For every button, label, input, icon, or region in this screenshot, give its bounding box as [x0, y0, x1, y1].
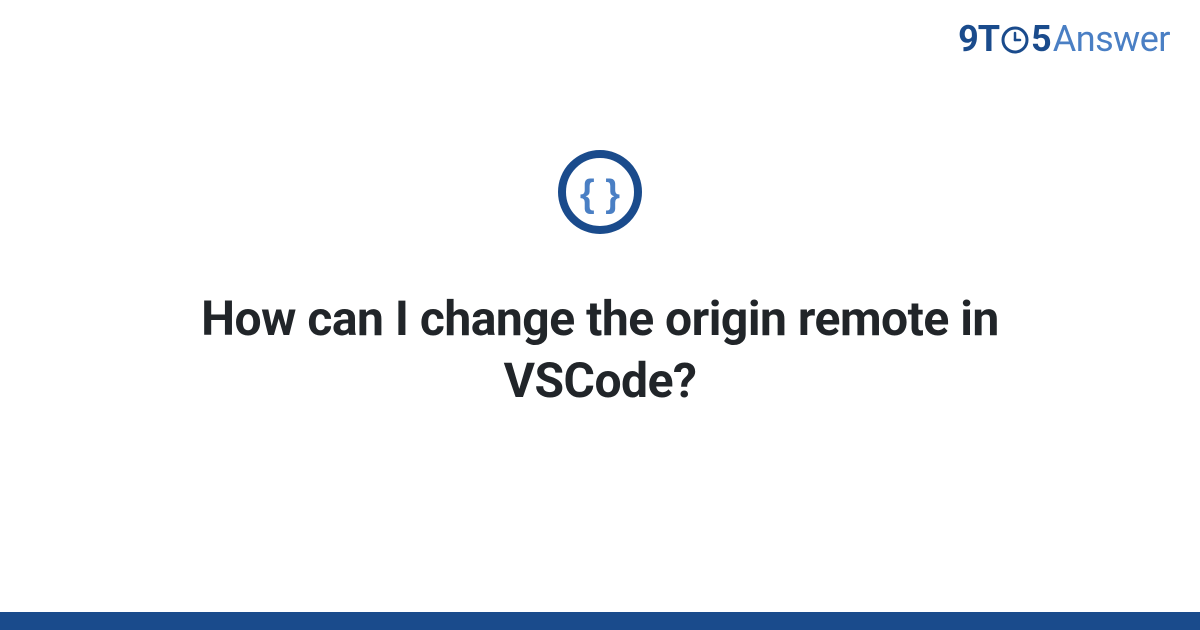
logo-text-9t: 9T	[958, 18, 999, 60]
clock-icon	[1001, 26, 1029, 54]
code-braces-icon: { }	[556, 148, 644, 236]
footer-accent-bar	[0, 612, 1200, 630]
logo-text-answer: Answer	[1053, 18, 1170, 60]
question-title: How can I change the origin remote in VS…	[150, 288, 1050, 413]
logo-text-5: 5	[1031, 18, 1051, 60]
svg-text:{ }: { }	[580, 173, 620, 215]
site-logo[interactable]: 9T 5 Answer	[958, 18, 1170, 60]
main-content: { } How can I change the origin remote i…	[0, 0, 1200, 630]
